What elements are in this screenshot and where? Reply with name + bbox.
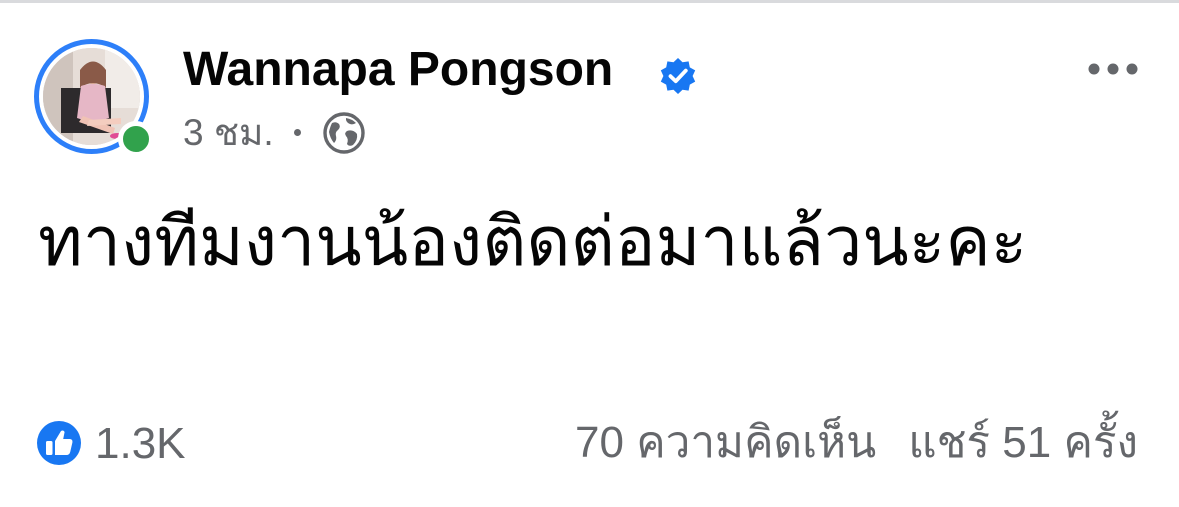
post-message: ทางทีมงานน้องติดต่อมาแล้วนะคะ — [38, 204, 1028, 280]
top-divider — [0, 0, 1179, 3]
meta-separator-dot — [294, 129, 301, 136]
comment-count[interactable]: 70 ความคิดเห็น — [575, 418, 876, 467]
more-options-icon[interactable] — [1086, 54, 1140, 84]
verified-badge-icon — [660, 58, 696, 94]
share-count[interactable]: แชร์ 51 ครั้ง — [908, 418, 1138, 467]
like-icon[interactable] — [36, 420, 82, 466]
post-timestamp[interactable]: 3 ชม. — [183, 110, 274, 156]
online-status-dot — [118, 121, 154, 157]
author-name[interactable]: Wannapa Pongson — [183, 39, 613, 101]
globe-icon[interactable] — [322, 111, 366, 155]
reaction-count[interactable]: 1.3K — [95, 418, 186, 470]
engagement-stats: 70 ความคิดเห็น แชร์ 51 ครั้ง — [575, 416, 1138, 470]
